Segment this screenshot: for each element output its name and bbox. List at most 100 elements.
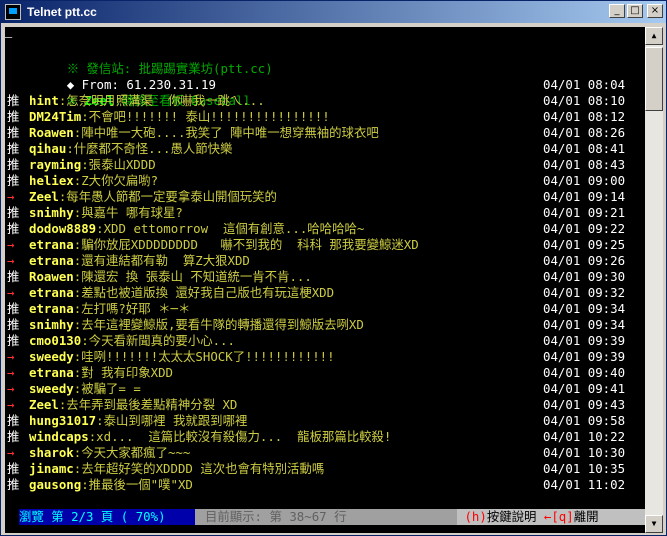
comment-row: 推 snimhy:去年這裡變鯨版,要看牛隊的轉播還得到鯨版去咧XD 04/01 09… <box>7 317 643 333</box>
comment-time: 04/01 09:32 <box>543 285 626 300</box>
comment-row: 推 dodow8889:XDD ettomorrow 這個有創意...哈哈哈哈~ 0… <box>7 221 643 237</box>
comment-time: 04/01 08:43 <box>543 157 626 172</box>
comment-row: 推 snimhy:與嘉牛 哪有球星? 04/01 09:21 <box>7 205 643 221</box>
comment-user: jinamc <box>29 461 74 476</box>
comment-user: etrana <box>29 237 74 252</box>
close-button[interactable]: × <box>647 4 663 18</box>
comment-time: 04/01 08:10 <box>543 93 626 108</box>
scroll-thumb[interactable] <box>645 47 663 111</box>
comment-text: :對 我有印象XDD <box>73 365 174 380</box>
push-tag: 推 <box>7 429 20 444</box>
minimize-button[interactable]: _ <box>609 4 625 18</box>
window-controls: _ □ × <box>609 4 663 18</box>
comment-time: 04/01 09:30 <box>543 269 626 284</box>
terminal-screen[interactable]: — ※ 發信站: 批踢踢實業坊(ptt.cc) ◆ From: 61.230.3… <box>5 27 645 533</box>
help-key[interactable]: (h) <box>464 509 486 524</box>
comment-row: 推 rayming:張泰山XDDD 04/01 08:43 <box>7 157 643 173</box>
help-label: 按鍵說明 <box>486 509 537 524</box>
comment-time: 04/01 09:22 <box>543 221 626 236</box>
scroll-down-button[interactable]: ▼ <box>645 515 663 533</box>
comment-time: 04/01 09:39 <box>543 349 626 364</box>
article-content: ※ 發信站: 批踢踢實業坊(ptt.cc) ◆ From: 61.230.31.… <box>7 45 643 493</box>
push-tag: 推 <box>7 173 20 188</box>
forward-line: ※ Zeel:轉錄至看板 Baseball 04/01 08:04 <box>7 77 643 108</box>
comment-time: 04/01 10:22 <box>543 429 626 444</box>
comment-row: 推 cmo0130:今天看新聞真的要小心... 04/01 09:39 <box>7 333 643 349</box>
comment-text: :去年超好笑的XDDDD 這次也會有特別活動嗎 <box>73 461 325 476</box>
comment-time: 04/01 09:39 <box>543 333 626 348</box>
arrow-tag: → <box>7 237 15 252</box>
push-tag: 推 <box>7 461 20 476</box>
comment-row: 推 etrana:左打嗎?好耶 ＊─＊ 04/01 09:34 <box>7 301 643 317</box>
comment-user: Roawen <box>29 125 74 140</box>
comment-text: :與嘉牛 哪有球星? <box>73 205 183 220</box>
telnet-app-icon <box>5 4 21 20</box>
comment-row: → sharok:今天大家都瘋了~~~ 04/01 10:30 <box>7 445 643 461</box>
comment-user: Zeel <box>29 397 59 412</box>
comment-text: :怎奈明月照溝渠 你嚇我一跳ㄟ... <box>58 93 265 108</box>
push-tag: 推 <box>7 141 20 156</box>
comment-time: 04/01 09:40 <box>543 365 626 380</box>
terminal-cursor: — <box>5 30 13 44</box>
line-range-status: 目前顯示: 第 38~67 行 <box>195 509 457 525</box>
push-tag: 推 <box>7 477 20 492</box>
comment-text: :今天看新聞真的要小心... <box>81 333 235 348</box>
comment-user: rayming <box>29 157 82 172</box>
comment-user: windcaps <box>29 429 89 444</box>
push-tag: 推 <box>7 413 20 428</box>
key-help: (h)按鍵說明 ←[q]離開 <box>457 509 645 525</box>
comment-time: 04/01 09:21 <box>543 205 626 220</box>
comment-text: :差點也被道版換 還好我自己版也有玩這梗XDD <box>73 285 335 300</box>
comment-user: snimhy <box>29 205 74 220</box>
push-tag: 推 <box>7 221 20 236</box>
comment-user: sharok <box>29 445 74 460</box>
comment-time: 04/01 08:26 <box>543 125 626 140</box>
comment-row: 推 qihau:什麼都不奇怪...愚人節快樂 04/01 08:41 <box>7 141 643 157</box>
push-tag: 推 <box>7 301 20 316</box>
comment-time: 04/01 09:41 <box>543 381 626 396</box>
comment-row: → etrana:還有連結都有勒 算Z大狠XDD 04/01 09:26 <box>7 253 643 269</box>
browse-status: 瀏覽 第 2/3 頁 ( 70%) <box>19 509 195 525</box>
comment-text: :不會吧!!!!!!! 泰山!!!!!!!!!!!!!!!! <box>81 109 330 124</box>
from-line: ◆ From: 61.230.31.19 <box>7 61 643 92</box>
comment-time: 04/01 09:34 <box>543 317 626 332</box>
comment-text: :Z大你欠扁喲? <box>73 173 159 188</box>
leave-key[interactable]: ←[q] <box>544 509 574 524</box>
title-bar[interactable]: Telnet ptt.cc _ □ × <box>1 1 666 23</box>
comment-list: 推 hint:怎奈明月照溝渠 你嚇我一跳ㄟ... 04/01 08:10 推 DM24T… <box>7 93 643 493</box>
arrow-tag: → <box>7 253 15 268</box>
status-bar: 瀏覽 第 2/3 頁 ( 70%) 目前顯示: 第 38~67 行 (h)按鍵說… <box>5 509 645 525</box>
comment-row: 推 gausong:推最後一個"噗"XD 04/01 11:02 <box>7 477 643 493</box>
comment-text: :被騙了= = <box>73 381 141 396</box>
comment-time: 04/01 10:30 <box>543 445 626 460</box>
comment-row: → etrana:對 我有印象XDD 04/01 09:40 <box>7 365 643 381</box>
comment-row: 推 Roawen:陳還宏 換 張泰山 不知道統一肯不肯... 04/01 09:30 <box>7 269 643 285</box>
maximize-button[interactable]: □ <box>627 4 643 18</box>
comment-text: :還有連結都有勒 算Z大狠XDD <box>73 253 250 268</box>
comment-text: :左打嗎?好耶 ＊─＊ <box>73 301 191 316</box>
comment-time: 04/01 09:14 <box>543 189 626 204</box>
comment-user: sweedy <box>29 349 74 364</box>
vertical-scrollbar[interactable]: ▲ ▼ <box>645 27 663 533</box>
forward-time: 04/01 08:04 <box>543 77 626 92</box>
comment-row: 推 DM24Tim:不會吧!!!!!!! 泰山!!!!!!!!!!!!!!!! 04… <box>7 109 643 125</box>
scroll-up-button[interactable]: ▲ <box>645 27 663 45</box>
comment-row: → Zeel:每年愚人節都一定要拿泰山開個玩笑的 04/01 09:14 <box>7 189 643 205</box>
arrow-tag: → <box>7 285 15 300</box>
comment-row: 推 Roawen:陣中唯一大砲....我笑了 陣中唯一想穿無袖的球衣吧 04/01 … <box>7 125 643 141</box>
leave-label: 離開 <box>573 509 599 524</box>
comment-time: 04/01 09:34 <box>543 301 626 316</box>
comment-user: etrana <box>29 301 74 316</box>
comment-text: :今天大家都瘋了~~~ <box>73 445 191 460</box>
arrow-tag: → <box>7 189 15 204</box>
comment-text: :泰山到哪裡 我就跟到哪裡 <box>96 413 248 428</box>
comment-text: :哇咧!!!!!!!太太太SHOCK了!!!!!!!!!!!! <box>73 349 335 364</box>
push-tag: 推 <box>7 109 20 124</box>
push-tag: 推 <box>7 205 20 220</box>
comment-text: :每年愚人節都一定要拿泰山開個玩笑的 <box>58 189 277 204</box>
comment-row: → etrana:差點也被道版換 還好我自己版也有玩這梗XDD 04/01 09:3… <box>7 285 643 301</box>
comment-user: heliex <box>29 173 74 188</box>
comment-row: → sweedy:哇咧!!!!!!!太太太SHOCK了!!!!!!!!!!!! 04… <box>7 349 643 365</box>
comment-time: 04/01 09:58 <box>543 413 626 428</box>
arrow-tag: → <box>7 349 15 364</box>
